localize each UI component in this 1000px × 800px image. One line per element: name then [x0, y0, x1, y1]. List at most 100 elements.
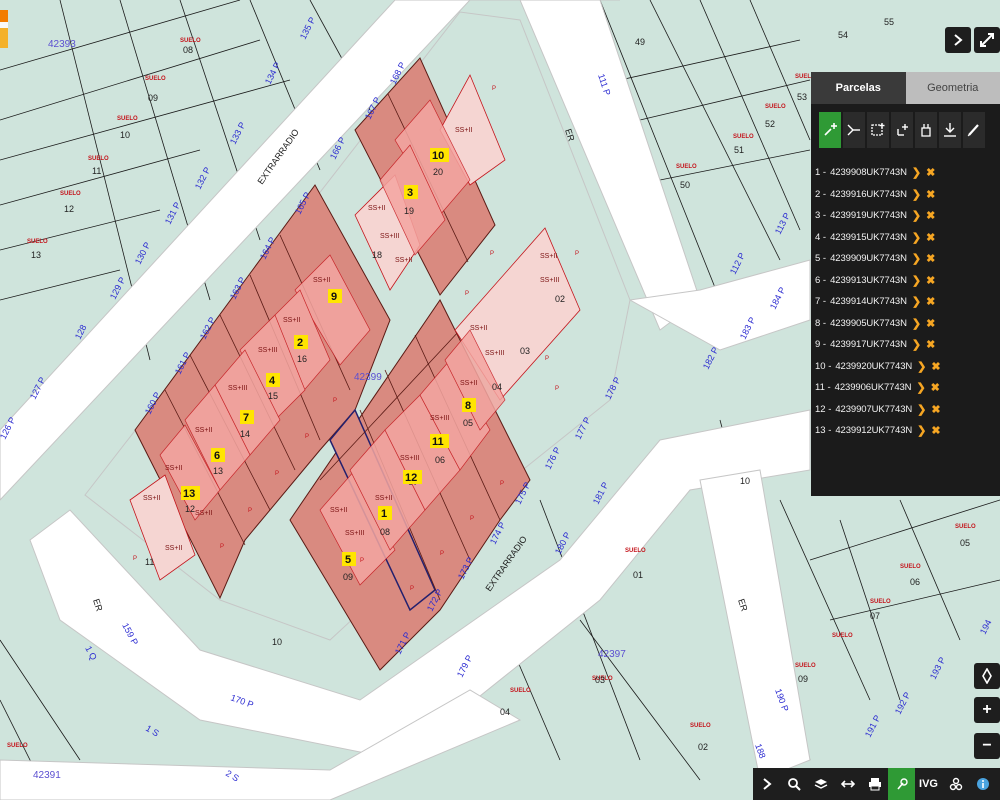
parcel-code: 4239912UK7743N: [835, 425, 913, 437]
svg-text:9: 9: [331, 291, 337, 303]
svg-text:SUELO: SUELO: [690, 723, 711, 729]
parcel-list-item[interactable]: 6 -4239913UK7743N ❯ ✖: [815, 270, 1000, 292]
parcel-tool-icon: [896, 778, 908, 790]
download-button[interactable]: [939, 112, 961, 148]
layer-swatch[interactable]: [0, 10, 8, 50]
tab-parcelas[interactable]: Parcelas: [811, 72, 906, 104]
svg-text:SUELO: SUELO: [88, 156, 109, 162]
parcel-tool-button[interactable]: [888, 768, 915, 800]
add-point-button[interactable]: [891, 112, 913, 148]
chevron-right-icon[interactable]: ❯: [912, 188, 921, 201]
parcel-tag[interactable]: 6: [211, 448, 225, 462]
parcel-list-item[interactable]: 11 -4239906UK7743N ❯ ✖: [815, 377, 1000, 399]
remove-icon[interactable]: ✖: [926, 209, 935, 222]
remove-icon[interactable]: ✖: [926, 338, 935, 351]
chevron-right-icon[interactable]: ❯: [916, 381, 925, 394]
tab-geometria[interactable]: Geometria: [905, 72, 1000, 104]
parcel-tag[interactable]: 9: [328, 289, 342, 303]
search-button[interactable]: [780, 768, 807, 800]
parcel-tag[interactable]: 2: [294, 335, 308, 349]
svg-text:2: 2: [297, 337, 303, 349]
add-parcel-button[interactable]: [819, 112, 841, 148]
svg-text:8: 8: [465, 400, 471, 412]
parcel-code: 4239905UK7743N: [830, 317, 907, 329]
chevron-right-icon[interactable]: ❯: [912, 295, 921, 308]
svg-text:SS+II: SS+II: [460, 380, 477, 387]
zoom-in-button[interactable]: +: [974, 697, 1000, 723]
group-button[interactable]: [942, 768, 969, 800]
parcel-list-item[interactable]: 8 -4239905UK7743N ❯ ✖: [815, 313, 1000, 335]
fullscreen-button[interactable]: [974, 27, 1000, 53]
locate-button[interactable]: [974, 663, 1000, 689]
svg-text:5: 5: [345, 554, 351, 566]
chevron-right-icon[interactable]: ❯: [912, 252, 921, 265]
parcel-list-item[interactable]: 12 -4239907UK7743N ❯ ✖: [815, 399, 1000, 421]
download-icon: [944, 123, 956, 137]
chevron-right-icon[interactable]: ❯: [912, 231, 921, 244]
parcel-code: 4239919UK7743N: [830, 210, 907, 222]
parcel-list-item[interactable]: 10 -4239920UK7743N ❯ ✖: [815, 356, 1000, 378]
split-parcel-button[interactable]: [843, 112, 865, 148]
parcel-tag[interactable]: 11: [430, 434, 449, 448]
parcel-tag[interactable]: 10: [430, 148, 449, 162]
parcel-list-item[interactable]: 2 -4239916UK7743N ❯ ✖: [815, 184, 1000, 206]
chevron-right-icon[interactable]: ❯: [912, 209, 921, 222]
remove-icon[interactable]: ✖: [926, 231, 935, 244]
chevron-right-icon[interactable]: ❯: [917, 360, 926, 373]
parcel-index: 1 -: [815, 167, 827, 179]
chevron-right-icon[interactable]: ❯: [917, 403, 926, 416]
remove-icon[interactable]: ✖: [931, 403, 940, 416]
edit-button[interactable]: [963, 112, 985, 148]
remove-icon[interactable]: ✖: [931, 360, 940, 373]
parcel-tag[interactable]: 13: [181, 486, 200, 500]
parcel-tag[interactable]: 8: [462, 398, 476, 412]
remove-icon[interactable]: ✖: [926, 252, 935, 265]
svg-text:12: 12: [405, 472, 417, 484]
chevron-right-icon[interactable]: ❯: [912, 166, 921, 179]
toggle-toolbar-button[interactable]: [753, 768, 780, 800]
svg-text:P: P: [410, 586, 414, 592]
parcel-list-item[interactable]: 13 -4239912UK7743N ❯ ✖: [815, 420, 1000, 442]
select-area-button[interactable]: [867, 112, 889, 148]
parcel-tag[interactable]: 3: [404, 185, 418, 199]
remove-icon[interactable]: ✖: [926, 274, 935, 287]
parcel-tag[interactable]: 12: [403, 470, 422, 484]
parcel-list-item[interactable]: 4 -4239915UK7743N ❯ ✖: [815, 227, 1000, 249]
svg-text:02: 02: [555, 294, 565, 304]
parcel-code: 4239915UK7743N: [830, 231, 907, 243]
layers-button[interactable]: [807, 768, 834, 800]
ivg-button[interactable]: IVG: [915, 768, 942, 800]
parcel-list-item[interactable]: 3 -4239919UK7743N ❯ ✖: [815, 205, 1000, 227]
expand-icon: [980, 33, 994, 47]
remove-icon[interactable]: ✖: [926, 295, 935, 308]
svg-text:P: P: [490, 251, 494, 257]
parcel-tag[interactable]: 1: [378, 506, 392, 520]
print-button[interactable]: [861, 768, 888, 800]
collapse-panel-button[interactable]: [945, 27, 971, 53]
remove-icon[interactable]: ✖: [931, 424, 940, 437]
zoom-out-button[interactable]: −: [974, 733, 1000, 759]
parcel-list-item[interactable]: 5 -4239909UK7743N ❯ ✖: [815, 248, 1000, 270]
parcel-list-item[interactable]: 1 -4239908UK7743N ❯ ✖: [815, 162, 1000, 184]
parcel-list-item[interactable]: 7 -4239914UK7743N ❯ ✖: [815, 291, 1000, 313]
parcel-tag[interactable]: 7: [240, 410, 254, 424]
svg-text:SUELO: SUELO: [900, 564, 921, 570]
sequence-button[interactable]: [915, 112, 937, 148]
parcel-list-item[interactable]: 9 -4239917UK7743N ❯ ✖: [815, 334, 1000, 356]
svg-text:SS+II: SS+II: [313, 277, 330, 284]
bottom-toolbar: IVG: [753, 768, 1000, 800]
chevron-right-icon[interactable]: ❯: [917, 424, 926, 437]
remove-icon[interactable]: ✖: [931, 381, 940, 394]
svg-text:51: 51: [734, 145, 744, 155]
chevron-right-icon[interactable]: ❯: [912, 317, 921, 330]
chevron-right-icon[interactable]: ❯: [912, 274, 921, 287]
remove-icon[interactable]: ✖: [926, 166, 935, 179]
svg-text:11: 11: [92, 166, 101, 176]
remove-icon[interactable]: ✖: [926, 188, 935, 201]
parcel-tag[interactable]: 4: [266, 373, 280, 387]
measure-button[interactable]: [834, 768, 861, 800]
info-button[interactable]: [969, 768, 996, 800]
chevron-right-icon[interactable]: ❯: [912, 338, 921, 351]
parcel-tag[interactable]: 5: [342, 552, 356, 566]
remove-icon[interactable]: ✖: [926, 317, 935, 330]
